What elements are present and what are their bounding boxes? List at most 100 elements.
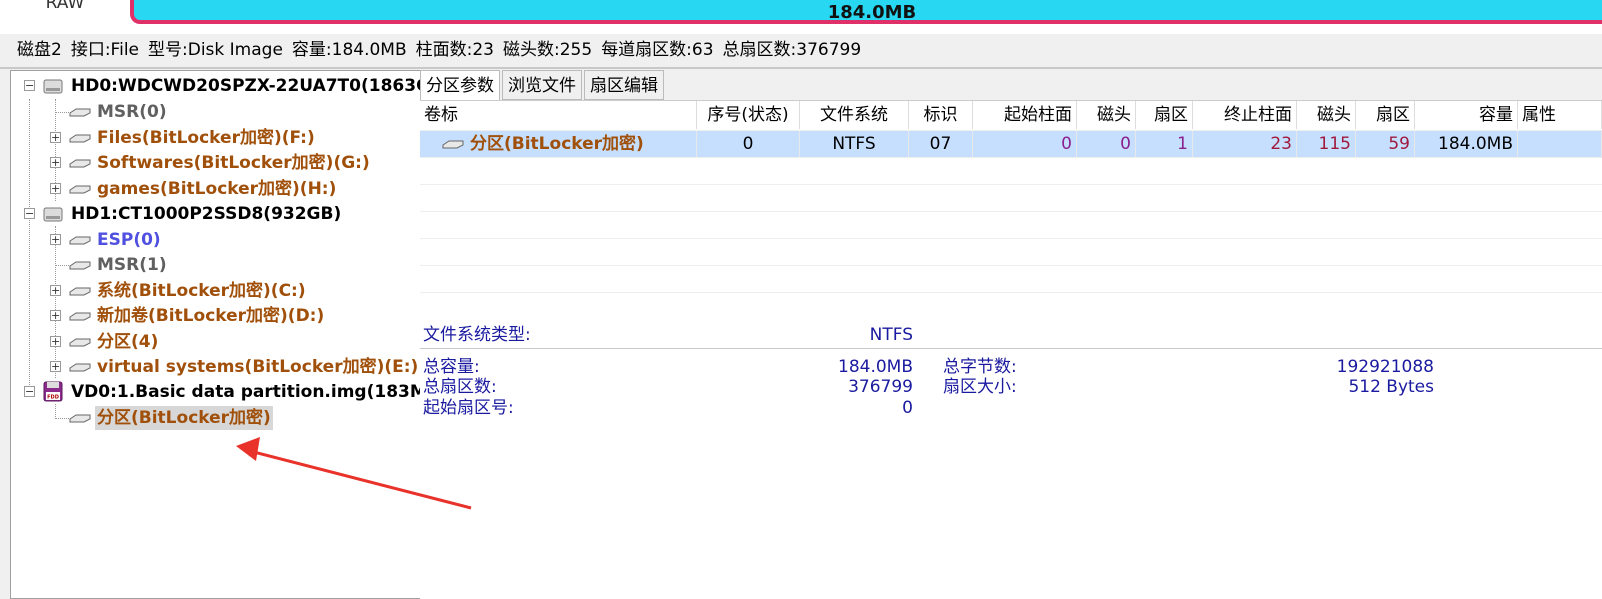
disk-tree[interactable]: − HD0:WDCWD20SPZX-22UA7T0(1863G MSR(0) +… (10, 70, 422, 599)
partition-icon (69, 185, 91, 194)
cell-id: 07 (909, 131, 973, 158)
total-bytes-value: 192921088 (1336, 357, 1434, 377)
filesystem-info-panel: 文件系统类型: NTFS 总容量: 184.0MB 总扇区数: 376799 起… (420, 314, 1602, 599)
col-header-start-head[interactable]: 磁头 (1077, 101, 1136, 129)
total-sectors-value: 376799 (848, 377, 913, 397)
disk-info-line: 磁盘2 接口:File 型号:Disk Image 容量:184.0MB 柱面数:23 磁… (17, 38, 870, 62)
disk-capacity-bar[interactable]: 184.0MB (130, 0, 1602, 24)
disk-heads: 磁头数:255 (503, 40, 593, 60)
partition-icon (69, 287, 91, 296)
col-header-start-sector[interactable]: 扇区 (1136, 101, 1193, 129)
tree-node-label: MSR(1) (97, 255, 167, 275)
col-header-label[interactable]: 卷标 (420, 101, 697, 129)
separator (0, 67, 1602, 69)
partition-table: 卷标 序号(状态) 文件系统 标识 起始柱面 磁头 扇区 终止柱面 磁头 扇区 … (420, 100, 1602, 315)
col-header-index[interactable]: 序号(状态) (697, 101, 800, 129)
tab-browse-files[interactable]: 浏览文件 (502, 70, 582, 100)
col-header-attr[interactable]: 属性 (1518, 101, 1602, 129)
tree-guide-line (29, 99, 30, 389)
partition-icon (69, 236, 91, 245)
cell-label: 分区(BitLocker加密) (466, 131, 697, 158)
table-row-empty (420, 157, 1602, 185)
tab-label: 扇区编辑 (590, 76, 658, 96)
table-row-empty (420, 238, 1602, 266)
info-separator (420, 348, 1602, 349)
tab-sector-edit[interactable]: 扇区编辑 (584, 70, 664, 100)
col-header-end-sector[interactable]: 扇区 (1356, 101, 1415, 129)
table-row-empty (420, 265, 1602, 293)
tab-label: 浏览文件 (508, 76, 576, 96)
disk-capacity: 容量:184.0MB (291, 40, 407, 60)
expand-icon[interactable]: + (50, 132, 61, 143)
cell-end-sector: 59 (1356, 131, 1415, 158)
sector-size-value: 512 Bytes (1348, 377, 1434, 397)
disk-bar-label: 184.0MB (827, 2, 917, 23)
col-header-end-head[interactable]: 磁头 (1297, 101, 1356, 129)
cell-start-head: 0 (1077, 131, 1136, 158)
total-bytes-label: 总字节数: (943, 357, 1017, 377)
top-strip: RAW 184.0MB (0, 0, 1602, 34)
collapse-icon[interactable]: − (24, 208, 35, 219)
tab-label: 分区参数 (426, 76, 494, 96)
hard-disk-icon (43, 79, 63, 94)
table-row-empty (420, 211, 1602, 239)
col-header-size[interactable]: 容量 (1415, 101, 1518, 129)
table-row-empty (420, 184, 1602, 212)
partition-icon (69, 261, 91, 270)
cell-end-cyl: 23 (1193, 131, 1297, 158)
expand-icon[interactable]: + (50, 157, 61, 168)
disk-total-sectors: 总扇区数:376799 (722, 40, 862, 60)
tree-node-label: 系统(BitLocker加密)(C:) (97, 281, 306, 301)
partition-icon (442, 140, 464, 149)
expand-icon[interactable]: + (50, 361, 61, 372)
tree-node-label: MSR(0) (97, 102, 167, 122)
total-capacity-label: 总容量: (423, 357, 480, 377)
col-header-fs[interactable]: 文件系统 (800, 101, 909, 129)
tree-node-label: 新加卷(BitLocker加密)(D:) (97, 306, 325, 326)
table-row[interactable]: 分区(BitLocker加密) 0 NTFS 07 0 0 1 23 115 5… (420, 130, 1602, 158)
partition-icon (69, 414, 91, 423)
expand-icon[interactable]: + (50, 183, 61, 194)
tree-node-label: 分区(BitLocker加密) (95, 406, 273, 430)
tree-node-label: HD0:WDCWD20SPZX-22UA7T0(1863G (71, 76, 422, 96)
disk-cylinders: 柱面数:23 (415, 40, 494, 60)
hard-disk-icon (43, 207, 63, 222)
col-header-id[interactable]: 标识 (909, 101, 973, 129)
cell-start-sector: 1 (1136, 131, 1193, 158)
partition-icon (69, 338, 91, 347)
tree-node-label: HD1:CT1000P2SSD8(932GB) (71, 204, 342, 224)
col-header-start-cyl[interactable]: 起始柱面 (973, 101, 1077, 129)
raw-tab-label: RAW (45, 0, 85, 13)
disk-sectors-per-track: 每道扇区数:63 (601, 40, 714, 60)
expand-icon[interactable]: + (50, 310, 61, 321)
cell-size: 184.0MB (1415, 131, 1518, 158)
cell-start-cyl: 0 (973, 131, 1077, 158)
tree-node-label: ESP(0) (97, 230, 161, 250)
tree-node-label: 分区(4) (97, 332, 159, 352)
start-sector-label: 起始扇区号: (423, 398, 514, 418)
tree-node-label: virtual systems(BitLocker加密)(E:) (97, 357, 419, 377)
col-header-end-cyl[interactable]: 终止柱面 (1193, 101, 1297, 129)
fs-type-label: 文件系统类型: (423, 325, 531, 345)
cell-end-head: 115 (1297, 131, 1356, 158)
tab-partition-params[interactable]: 分区参数 (420, 70, 500, 100)
svg-text:FDD: FDD (47, 395, 59, 401)
tree-node-label: Files(BitLocker加密)(F:) (97, 128, 315, 148)
collapse-icon[interactable]: − (24, 80, 35, 91)
collapse-icon[interactable]: − (24, 386, 35, 397)
cell-index: 0 (697, 131, 800, 158)
cell-fs: NTFS (800, 131, 909, 158)
total-sectors-label: 总扇区数: (423, 377, 497, 397)
floppy-disk-icon: FDD (43, 381, 63, 402)
expand-icon[interactable]: + (50, 285, 61, 296)
raw-tab[interactable]: RAW (0, 0, 130, 32)
partition-icon (69, 312, 91, 321)
disk-model: 型号:Disk Image (148, 40, 283, 60)
expand-icon[interactable]: + (50, 336, 61, 347)
partition-icon (69, 134, 91, 143)
expand-icon[interactable]: + (50, 234, 61, 245)
partition-icon (69, 108, 91, 117)
fs-type-value: NTFS (869, 325, 913, 345)
tree-guide-line (55, 404, 56, 417)
sector-size-label: 扇区大小: (943, 377, 1017, 397)
